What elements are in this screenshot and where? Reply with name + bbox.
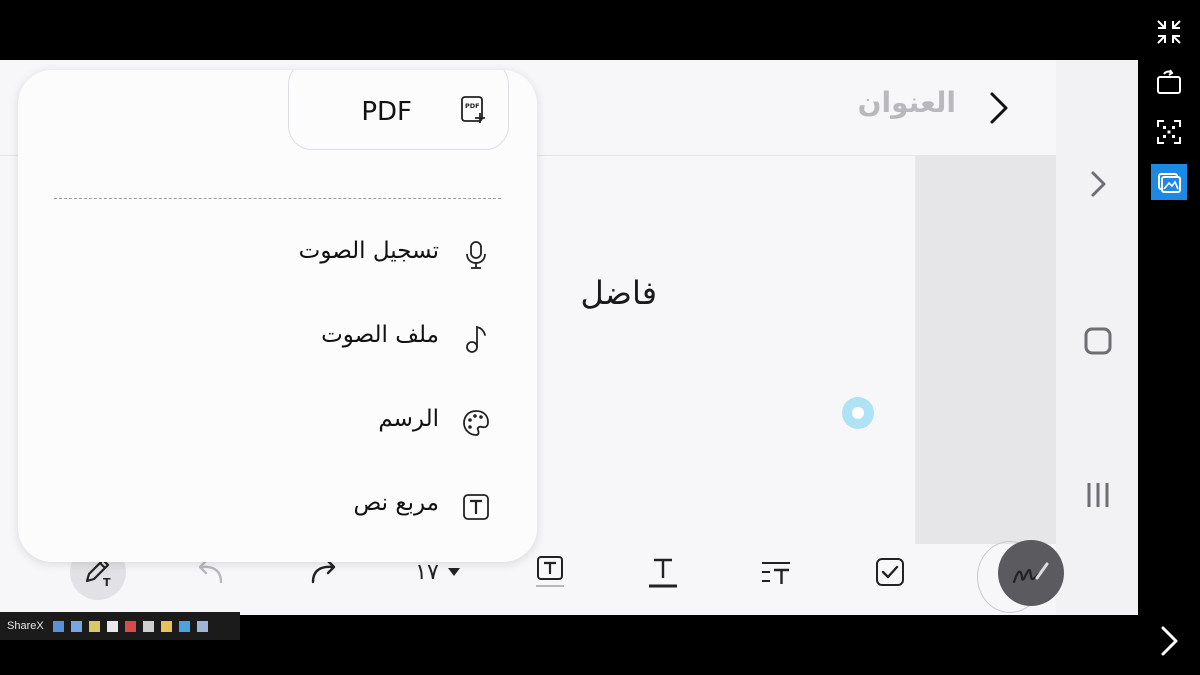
capture-region-icon[interactable] (89, 620, 100, 632)
checkbox-icon (876, 558, 904, 586)
capture-fullscreen-icon[interactable] (53, 620, 64, 632)
home-button[interactable] (1078, 321, 1118, 361)
menu-item-drawing[interactable]: الرسم (18, 394, 537, 454)
cursor-handle[interactable] (842, 397, 874, 429)
system-nav-bar (1056, 60, 1138, 615)
rotate-screen-icon[interactable] (1151, 64, 1187, 100)
chevron-right-icon[interactable] (1156, 624, 1182, 658)
font-size-value: ١٧ (415, 559, 439, 585)
menu-item-pdf[interactable]: PDF PDF (288, 70, 509, 150)
sharex-toolbar: ShareX (0, 612, 240, 640)
text-tool-icon[interactable] (197, 620, 208, 632)
checkbox-button[interactable] (862, 544, 918, 600)
text-box-icon (461, 492, 491, 522)
chevron-right-icon[interactable] (984, 88, 1012, 128)
menu-item-label: ملف الصوت (321, 322, 439, 348)
menu-divider (54, 198, 501, 199)
menu-item-label: مربع نص (353, 490, 439, 516)
clipboard-upload-icon[interactable] (143, 620, 154, 632)
svg-text:T: T (103, 576, 111, 589)
title-input[interactable]: العنوان (858, 86, 956, 119)
menu-item-label: PDF (361, 97, 412, 127)
recent-apps-button[interactable] (1078, 475, 1118, 515)
capture-window-icon[interactable] (71, 620, 82, 632)
menu-item-text-box[interactable]: مربع نص (18, 478, 537, 538)
svg-text:PDF: PDF (465, 102, 480, 110)
handwriting-pen-icon (1012, 562, 1049, 584)
music-note-icon (461, 324, 491, 354)
menu-item-audio-file[interactable]: ملف الصوت (18, 310, 537, 370)
paragraph-icon (762, 562, 790, 584)
screenshot-region-icon[interactable] (1151, 114, 1187, 150)
handwriting-mode-button[interactable] (998, 540, 1064, 606)
collapse-icon[interactable] (1151, 14, 1187, 50)
menu-item-label: الرسم (378, 406, 439, 432)
note-body-text[interactable]: فاضل (581, 274, 657, 312)
chevron-right-icon[interactable] (1078, 164, 1118, 204)
pdf-add-icon: PDF (461, 96, 485, 123)
text-underline-icon (649, 558, 677, 588)
paragraph-style-button[interactable] (748, 544, 804, 600)
microphone-icon (461, 240, 491, 270)
sharex-label: ShareX (7, 620, 44, 632)
color-picker-icon[interactable] (125, 620, 136, 632)
underline-button[interactable] (635, 544, 691, 600)
text-box-style-icon (536, 556, 564, 587)
palette-icon (461, 408, 491, 438)
file-upload-icon[interactable] (161, 620, 172, 632)
monitor-icon[interactable] (179, 620, 190, 632)
gallery-icon[interactable] (1151, 164, 1187, 200)
text-style-button[interactable] (522, 544, 578, 600)
screen-mirror-window: العنوان فاضل T ١٧ PDF PDF تسجيل الصوت مل… (0, 0, 1200, 675)
qr-code-icon[interactable] (107, 620, 118, 632)
insert-menu-popup: PDF PDF تسجيل الصوت ملف الصوت الرسم مربع… (18, 70, 537, 562)
menu-item-voice-recording[interactable]: تسجيل الصوت (18, 226, 537, 286)
caret-down-icon (447, 568, 460, 576)
menu-item-label: تسجيل الصوت (298, 238, 439, 264)
